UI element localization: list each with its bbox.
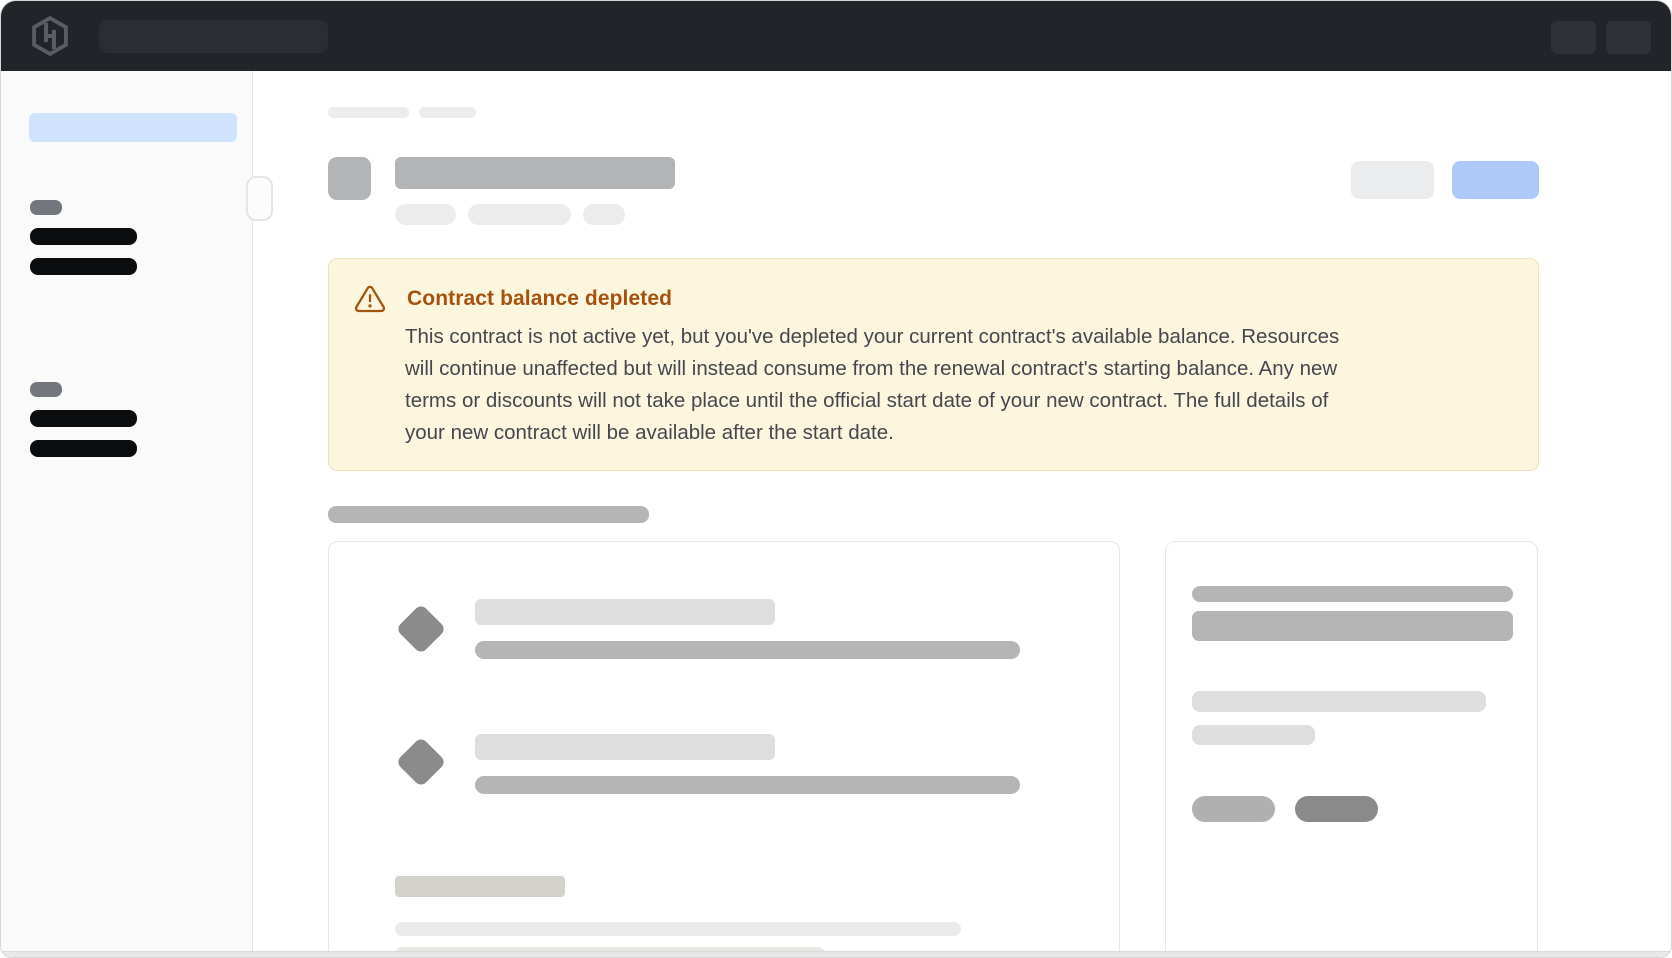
top-navbar xyxy=(1,1,1671,71)
row-title-skeleton xyxy=(475,734,775,760)
alert-body-line: will continue unaffected but will instea… xyxy=(405,353,1520,385)
nav-action-button-2[interactable] xyxy=(1606,21,1651,54)
summary-pill-button-skeleton[interactable] xyxy=(1295,796,1378,822)
alert-header: Contract balance depleted xyxy=(354,283,672,315)
card-footer-label-skeleton xyxy=(395,876,565,897)
alert-body-line: terms or discounts will not take place u… xyxy=(405,385,1520,417)
sidebar-collapse-toggle[interactable] xyxy=(246,176,273,221)
page-title-skeleton xyxy=(395,157,675,189)
primary-button-skeleton[interactable] xyxy=(1452,161,1539,199)
page-meta-pill-skeleton xyxy=(395,204,456,225)
alert-body: This contract is not active yet, but you… xyxy=(405,321,1520,449)
alert-body-line: your new contract will be available afte… xyxy=(405,417,1520,449)
sidebar-group2-item-skeleton[interactable] xyxy=(30,440,137,457)
alert-body-line: This contract is not active yet, but you… xyxy=(405,321,1520,353)
sidebar-group1-item-skeleton[interactable] xyxy=(30,228,137,245)
page-icon-skeleton xyxy=(328,157,371,200)
summary-pill-button-skeleton[interactable] xyxy=(1192,796,1275,822)
nav-action-button-1[interactable] xyxy=(1551,21,1596,54)
breadcrumb-skeleton[interactable] xyxy=(328,107,409,118)
sidebar-group1-item-skeleton[interactable] xyxy=(30,258,137,275)
sidebar-group2-item-skeleton[interactable] xyxy=(30,410,137,427)
sidebar xyxy=(1,71,253,951)
row-text-skeleton xyxy=(475,776,1020,794)
row-text-skeleton xyxy=(475,641,1020,659)
alert-title: Contract balance depleted xyxy=(407,287,672,311)
page-meta-pill-skeleton xyxy=(468,204,571,225)
page-meta-pill-skeleton xyxy=(583,204,625,225)
section-heading-skeleton xyxy=(328,506,649,523)
sidebar-group1-label-skeleton xyxy=(30,200,62,215)
summary-value-skeleton xyxy=(1192,611,1513,641)
warning-alert: Contract balance depleted This contract … xyxy=(328,258,1539,471)
window-bottom-edge xyxy=(1,951,1671,958)
summary-title-skeleton xyxy=(1192,586,1513,602)
summary-card xyxy=(1165,541,1538,958)
global-search-skeleton[interactable] xyxy=(99,20,328,53)
sidebar-group2-label-skeleton xyxy=(30,382,62,397)
card-footer-line-skeleton xyxy=(395,922,961,936)
summary-line-skeleton xyxy=(1192,725,1315,745)
breadcrumb-skeleton[interactable] xyxy=(419,107,476,118)
contract-list-card xyxy=(328,541,1120,958)
secondary-button-skeleton[interactable] xyxy=(1351,161,1434,199)
diamond-icon xyxy=(396,604,447,655)
diamond-icon xyxy=(396,737,447,788)
row-title-skeleton xyxy=(475,599,775,625)
app-window: Contract balance depleted This contract … xyxy=(0,0,1672,958)
alert-triangle-icon xyxy=(354,283,386,315)
summary-line-skeleton xyxy=(1192,691,1486,712)
sidebar-active-item-skeleton[interactable] xyxy=(29,113,237,142)
hashicorp-logo-icon[interactable] xyxy=(29,15,71,57)
